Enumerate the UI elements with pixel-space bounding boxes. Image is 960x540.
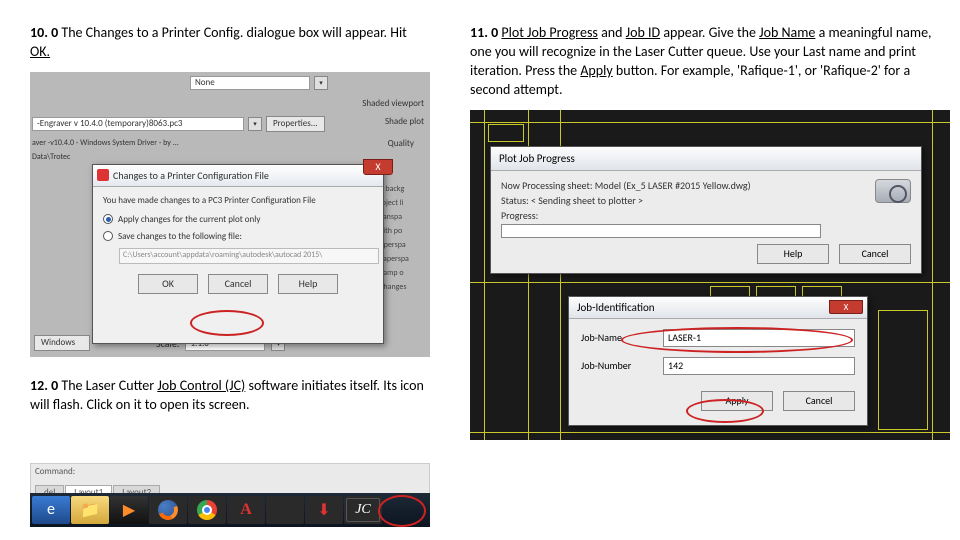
step-11-num: 11. 0 [470,24,498,41]
step-12-text: 12. 0 The Laser Cutter Job Control (JC) … [30,377,430,415]
cancel-button[interactable]: Cancel [783,391,855,411]
screenshot-printer-config: None ▾ Shaded viewport -Engraver v 10.4.… [30,72,430,357]
help-button[interactable]: Help [278,274,338,294]
autocad-icon[interactable]: A [227,496,265,524]
step-10-text: 10. 0 The Changes to a Printer Config. d… [30,24,430,62]
chrome-icon[interactable] [188,496,226,524]
radio-save-file[interactable] [103,231,113,241]
firefox-icon[interactable] [149,496,187,524]
job-name-label: Job-Name [581,331,651,344]
close-button[interactable]: X [829,300,863,314]
screenshot-plot-jobid: Plot Job Progress Now Processing sheet: … [470,110,950,440]
properties-button[interactable]: Properties... [266,116,325,132]
job-control-icon[interactable]: JC [344,496,382,524]
printer-config-dialog: Changes to a Printer Configuration File … [92,164,384,344]
help-button[interactable]: Help [757,244,829,264]
apply-button[interactable]: Apply [701,391,773,411]
status-line: Status: < Sending sheet to plotter > [501,194,911,207]
step-11-text: 11. 0 Plot Job Progress and Job ID appea… [470,24,950,100]
dialog-message: You have made changes to a PC3 Printer C… [103,195,373,206]
job-number-label: Job-Number [581,359,651,372]
dialog-title: Job-Identification [577,301,655,314]
app-icon[interactable] [266,496,304,524]
dialog-title: Changes to a Printer Configuration File [113,169,269,182]
path-field: C:\Users\account\appdata\roaming\autodes… [119,248,379,264]
job-number-input[interactable]: 142 [663,357,855,375]
ie-icon[interactable]: e [32,496,70,524]
dialog-title: Plot Job Progress [491,147,921,171]
media-player-icon[interactable]: ▶ [110,496,148,524]
step-10-num: 10. 0 [30,24,58,41]
progress-label: Progress: [501,209,911,222]
job-name-input[interactable]: LASER-1 [663,329,855,347]
screenshot-taskbar: Command: del Layout1 Layout2 e 📁 ▶ A ⬇ J… [30,463,430,527]
close-button[interactable]: X [363,159,393,175]
cancel-button[interactable]: Cancel [839,244,911,264]
processing-sheet: Now Processing sheet: Model (Ex_5 LASER … [501,179,911,192]
highlight-oval-ok [190,310,264,336]
plotter-icon [875,179,911,203]
progress-bar [501,224,821,238]
ok-button[interactable]: OK [138,274,198,294]
cancel-button[interactable]: Cancel [208,274,268,294]
radio-apply-current[interactable] [103,214,113,224]
windows-button[interactable]: Windows [34,335,90,351]
job-identification-dialog: Job-Identification X Job-Name LASER-1 Jo… [568,296,868,426]
plot-job-progress-dialog: Plot Job Progress Now Processing sheet: … [490,146,922,274]
step-12-num: 12. 0 [30,377,58,394]
adobe-reader-icon[interactable]: ⬇ [305,496,343,524]
dropdown-arrow-icon: ▾ [314,76,328,90]
app-icon [97,169,109,181]
dropdown-arrow-icon: ▾ [248,117,262,131]
highlight-oval-jc [378,495,426,527]
explorer-icon[interactable]: 📁 [71,496,109,524]
